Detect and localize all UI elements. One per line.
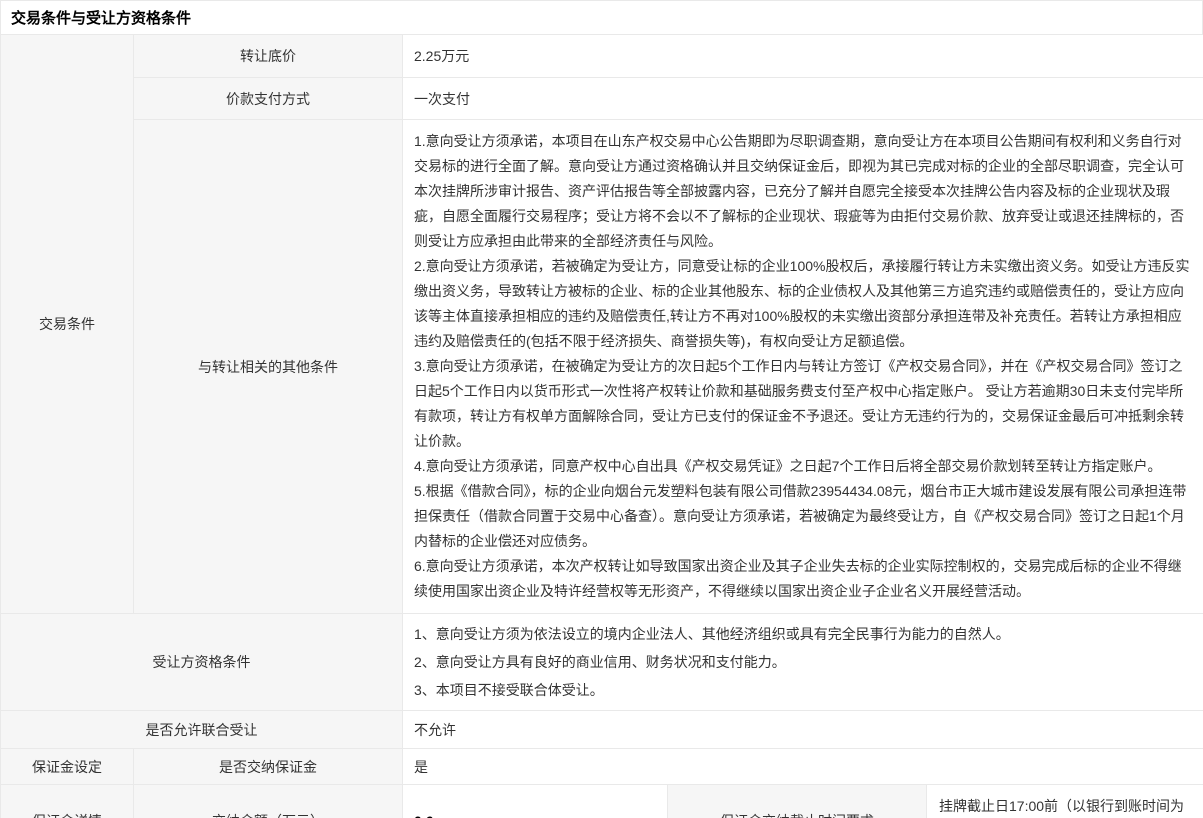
value-base-price: 2.25万元 bbox=[403, 35, 1203, 78]
table-row: 受让方资格条件 1、意向受让方须为依法设立的境内企业法人、其他经济组织或具有完全… bbox=[1, 614, 1203, 711]
table-row: 价款支付方式 一次支付 bbox=[1, 78, 1203, 120]
group-cell-deposit-detail: 保证金详情 bbox=[1, 785, 134, 818]
group-cell-trade-conditions: 交易条件 bbox=[1, 35, 134, 614]
transaction-conditions-panel: 交易条件与受让方资格条件 交易条件 转让底价 2.25万元 价款支付方式 一次支… bbox=[0, 0, 1203, 818]
table-row: 保证金详情 交纳金额（万元） 0.6 保证金交纳截止时间要求 挂牌截止日17:0… bbox=[1, 785, 1203, 818]
qualification-item-2: 2、意向受让方具有良好的商业信用、财务状况和支付能力。 bbox=[414, 648, 1192, 676]
group-cell-deposit-setting: 保证金设定 bbox=[1, 749, 134, 785]
condition-item-3: 3.意向受让方须承诺，在被确定为受让方的次日起5个工作日内与转让方签订《产权交易… bbox=[414, 354, 1192, 454]
value-payment-method: 一次支付 bbox=[403, 78, 1203, 120]
label-joint-transfer: 是否允许联合受让 bbox=[1, 711, 403, 749]
condition-item-6: 6.意向受让方须承诺，本次产权转让如导致国家出资企业及其子企业失去标的企业实际控… bbox=[414, 554, 1192, 604]
qualification-item-3: 3、本项目不接受联合体受让。 bbox=[414, 676, 1192, 704]
label-payment-method: 价款支付方式 bbox=[134, 78, 403, 120]
value-joint-transfer: 不允许 bbox=[403, 711, 1203, 749]
condition-item-5: 5.根据《借款合同》，标的企业向烟台元发塑料包装有限公司借款23954434.0… bbox=[414, 479, 1192, 554]
qualification-item-1: 1、意向受让方须为依法设立的境内企业法人、其他经济组织或具有完全民事行为能力的自… bbox=[414, 620, 1192, 648]
label-other-conditions: 与转让相关的其他条件 bbox=[134, 120, 403, 614]
value-deposit-deadline: 挂牌截止日17:00前（以银行到账时间为准） bbox=[927, 785, 1203, 818]
table-row: 是否允许联合受让 不允许 bbox=[1, 711, 1203, 749]
condition-item-2: 2.意向受让方须承诺，若被确定为受让方，同意受让标的企业100%股权后，承接履行… bbox=[414, 254, 1192, 354]
label-deposit-required: 是否交纳保证金 bbox=[134, 749, 403, 785]
table-row: 保证金设定 是否交纳保证金 是 bbox=[1, 749, 1203, 785]
label-base-price: 转让底价 bbox=[134, 35, 403, 78]
section-title: 交易条件与受让方资格条件 bbox=[0, 0, 1203, 34]
value-deposit-amount: 0.6 bbox=[403, 785, 668, 818]
conditions-table: 交易条件 转让底价 2.25万元 价款支付方式 一次支付 与转让相关的其他条件 … bbox=[0, 34, 1203, 818]
table-row: 交易条件 转让底价 2.25万元 bbox=[1, 35, 1203, 78]
value-other-conditions: 1.意向受让方须承诺，本项目在山东产权交易中心公告期即为尽职调查期，意向受让方在… bbox=[403, 120, 1203, 614]
condition-item-4: 4.意向受让方须承诺，同意产权中心自出具《产权交易凭证》之日起7个工作日后将全部… bbox=[414, 454, 1192, 479]
condition-item-1: 1.意向受让方须承诺，本项目在山东产权交易中心公告期即为尽职调查期，意向受让方在… bbox=[414, 129, 1192, 254]
value-qualifications: 1、意向受让方须为依法设立的境内企业法人、其他经济组织或具有完全民事行为能力的自… bbox=[403, 614, 1203, 711]
label-qualifications: 受让方资格条件 bbox=[1, 614, 403, 711]
table-row: 与转让相关的其他条件 1.意向受让方须承诺，本项目在山东产权交易中心公告期即为尽… bbox=[1, 120, 1203, 614]
label-deposit-deadline: 保证金交纳截止时间要求 bbox=[668, 785, 927, 818]
value-deposit-required: 是 bbox=[403, 749, 1203, 785]
label-deposit-amount: 交纳金额（万元） bbox=[134, 785, 403, 818]
